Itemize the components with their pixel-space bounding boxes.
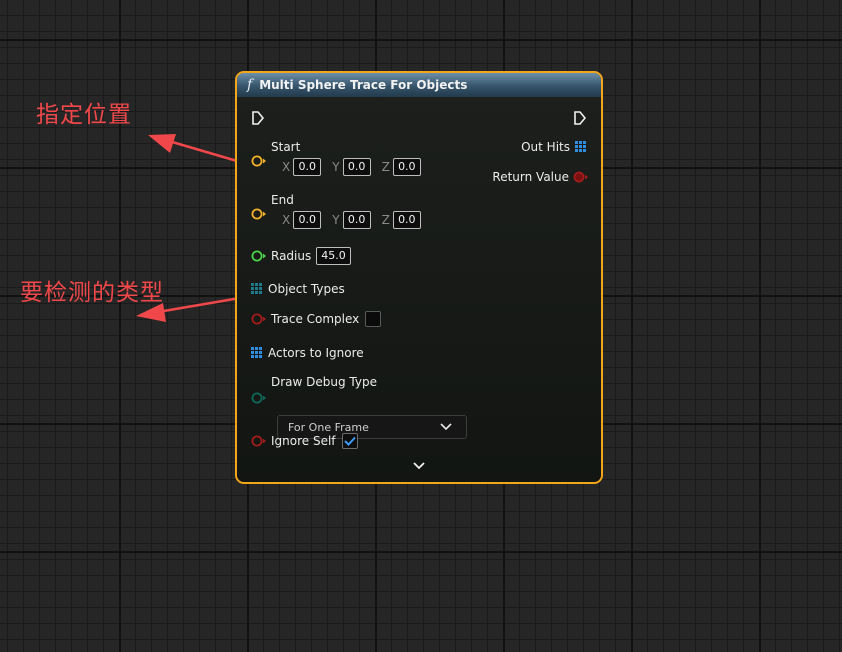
- exec-out-pin[interactable]: [573, 110, 587, 126]
- x-axis-label: X: [282, 213, 291, 227]
- out-hits-pin[interactable]: Out Hits: [521, 140, 587, 154]
- ignore-self-checkbox[interactable]: [341, 433, 358, 449]
- end-x-input[interactable]: 0.0: [293, 211, 322, 229]
- expand-advanced-button[interactable]: [413, 461, 425, 471]
- bool-pin-icon: [251, 435, 266, 447]
- enum-pin-icon: [251, 392, 266, 404]
- y-axis-label: Y: [332, 213, 340, 227]
- draw-debug-type-pin[interactable]: [251, 391, 267, 405]
- start-y-input[interactable]: 0.0: [342, 158, 371, 176]
- draw-debug-type-label: Draw Debug Type: [271, 375, 377, 389]
- z-axis-label: Z: [381, 213, 390, 227]
- ignore-self-pin[interactable]: Ignore Self: [251, 433, 358, 449]
- return-value-label: Return Value: [492, 170, 569, 184]
- end-z-input[interactable]: 0.0: [392, 211, 421, 229]
- out-hits-label: Out Hits: [521, 140, 570, 154]
- exec-pin-icon: [252, 111, 265, 125]
- end-label: End: [271, 193, 294, 207]
- checkmark-icon: [343, 436, 356, 446]
- annotation-object-types: 要检测的类型: [20, 280, 164, 306]
- start-vector-fields: X 0.0 Y 0.0 Z 0.0: [271, 158, 421, 176]
- vector-pin-icon: [251, 155, 266, 167]
- object-types-label: Object Types: [268, 282, 345, 296]
- draw-debug-type-value: For One Frame: [288, 420, 369, 434]
- array-grid-icon: [575, 141, 586, 152]
- multi-sphere-trace-node[interactable]: f Multi Sphere Trace For Objects Start X: [235, 71, 603, 484]
- return-value-pin[interactable]: Return Value: [492, 170, 589, 184]
- start-z-input[interactable]: 0.0: [392, 158, 421, 176]
- radius-pin[interactable]: Radius 45.0: [251, 247, 351, 265]
- node-body: Start X 0.0 Y 0.0 Z 0.0 Out Hits Return …: [237, 97, 601, 482]
- exec-pin-icon: [574, 111, 587, 125]
- float-pin-icon: [251, 250, 266, 262]
- vector-pin-icon: [251, 208, 266, 220]
- start-pin[interactable]: [251, 154, 267, 168]
- end-vector-fields: X 0.0 Y 0.0 Z 0.0: [271, 211, 421, 229]
- actors-to-ignore-label: Actors to Ignore: [268, 346, 364, 360]
- chevron-down-icon: [440, 423, 452, 431]
- trace-complex-pin[interactable]: Trace Complex: [251, 311, 382, 327]
- trace-complex-label: Trace Complex: [271, 312, 360, 326]
- chevron-down-icon: [413, 462, 425, 470]
- bool-pin-icon: [251, 313, 266, 325]
- node-header[interactable]: f Multi Sphere Trace For Objects: [237, 73, 601, 98]
- radius-input[interactable]: 45.0: [316, 247, 351, 265]
- array-grid-icon: [251, 347, 262, 358]
- trace-complex-checkbox[interactable]: [365, 311, 382, 327]
- node-title: Multi Sphere Trace For Objects: [259, 78, 468, 92]
- arrow-to-start-pin: [148, 134, 238, 163]
- y-axis-label: Y: [332, 160, 340, 174]
- x-axis-label: X: [282, 160, 291, 174]
- start-x-input[interactable]: 0.0: [293, 158, 322, 176]
- array-grid-icon: [251, 283, 262, 294]
- exec-in-pin[interactable]: [251, 110, 265, 126]
- function-icon: f: [247, 77, 253, 93]
- bool-pin-icon: [573, 171, 588, 183]
- z-axis-label: Z: [381, 160, 390, 174]
- actors-to-ignore-pin[interactable]: Actors to Ignore: [251, 346, 364, 360]
- radius-label: Radius: [271, 249, 312, 263]
- end-pin[interactable]: [251, 207, 267, 221]
- object-types-pin[interactable]: Object Types: [251, 282, 345, 296]
- end-y-input[interactable]: 0.0: [342, 211, 371, 229]
- start-label: Start: [271, 140, 301, 154]
- ignore-self-label: Ignore Self: [271, 434, 336, 448]
- annotation-position: 指定位置: [36, 102, 132, 128]
